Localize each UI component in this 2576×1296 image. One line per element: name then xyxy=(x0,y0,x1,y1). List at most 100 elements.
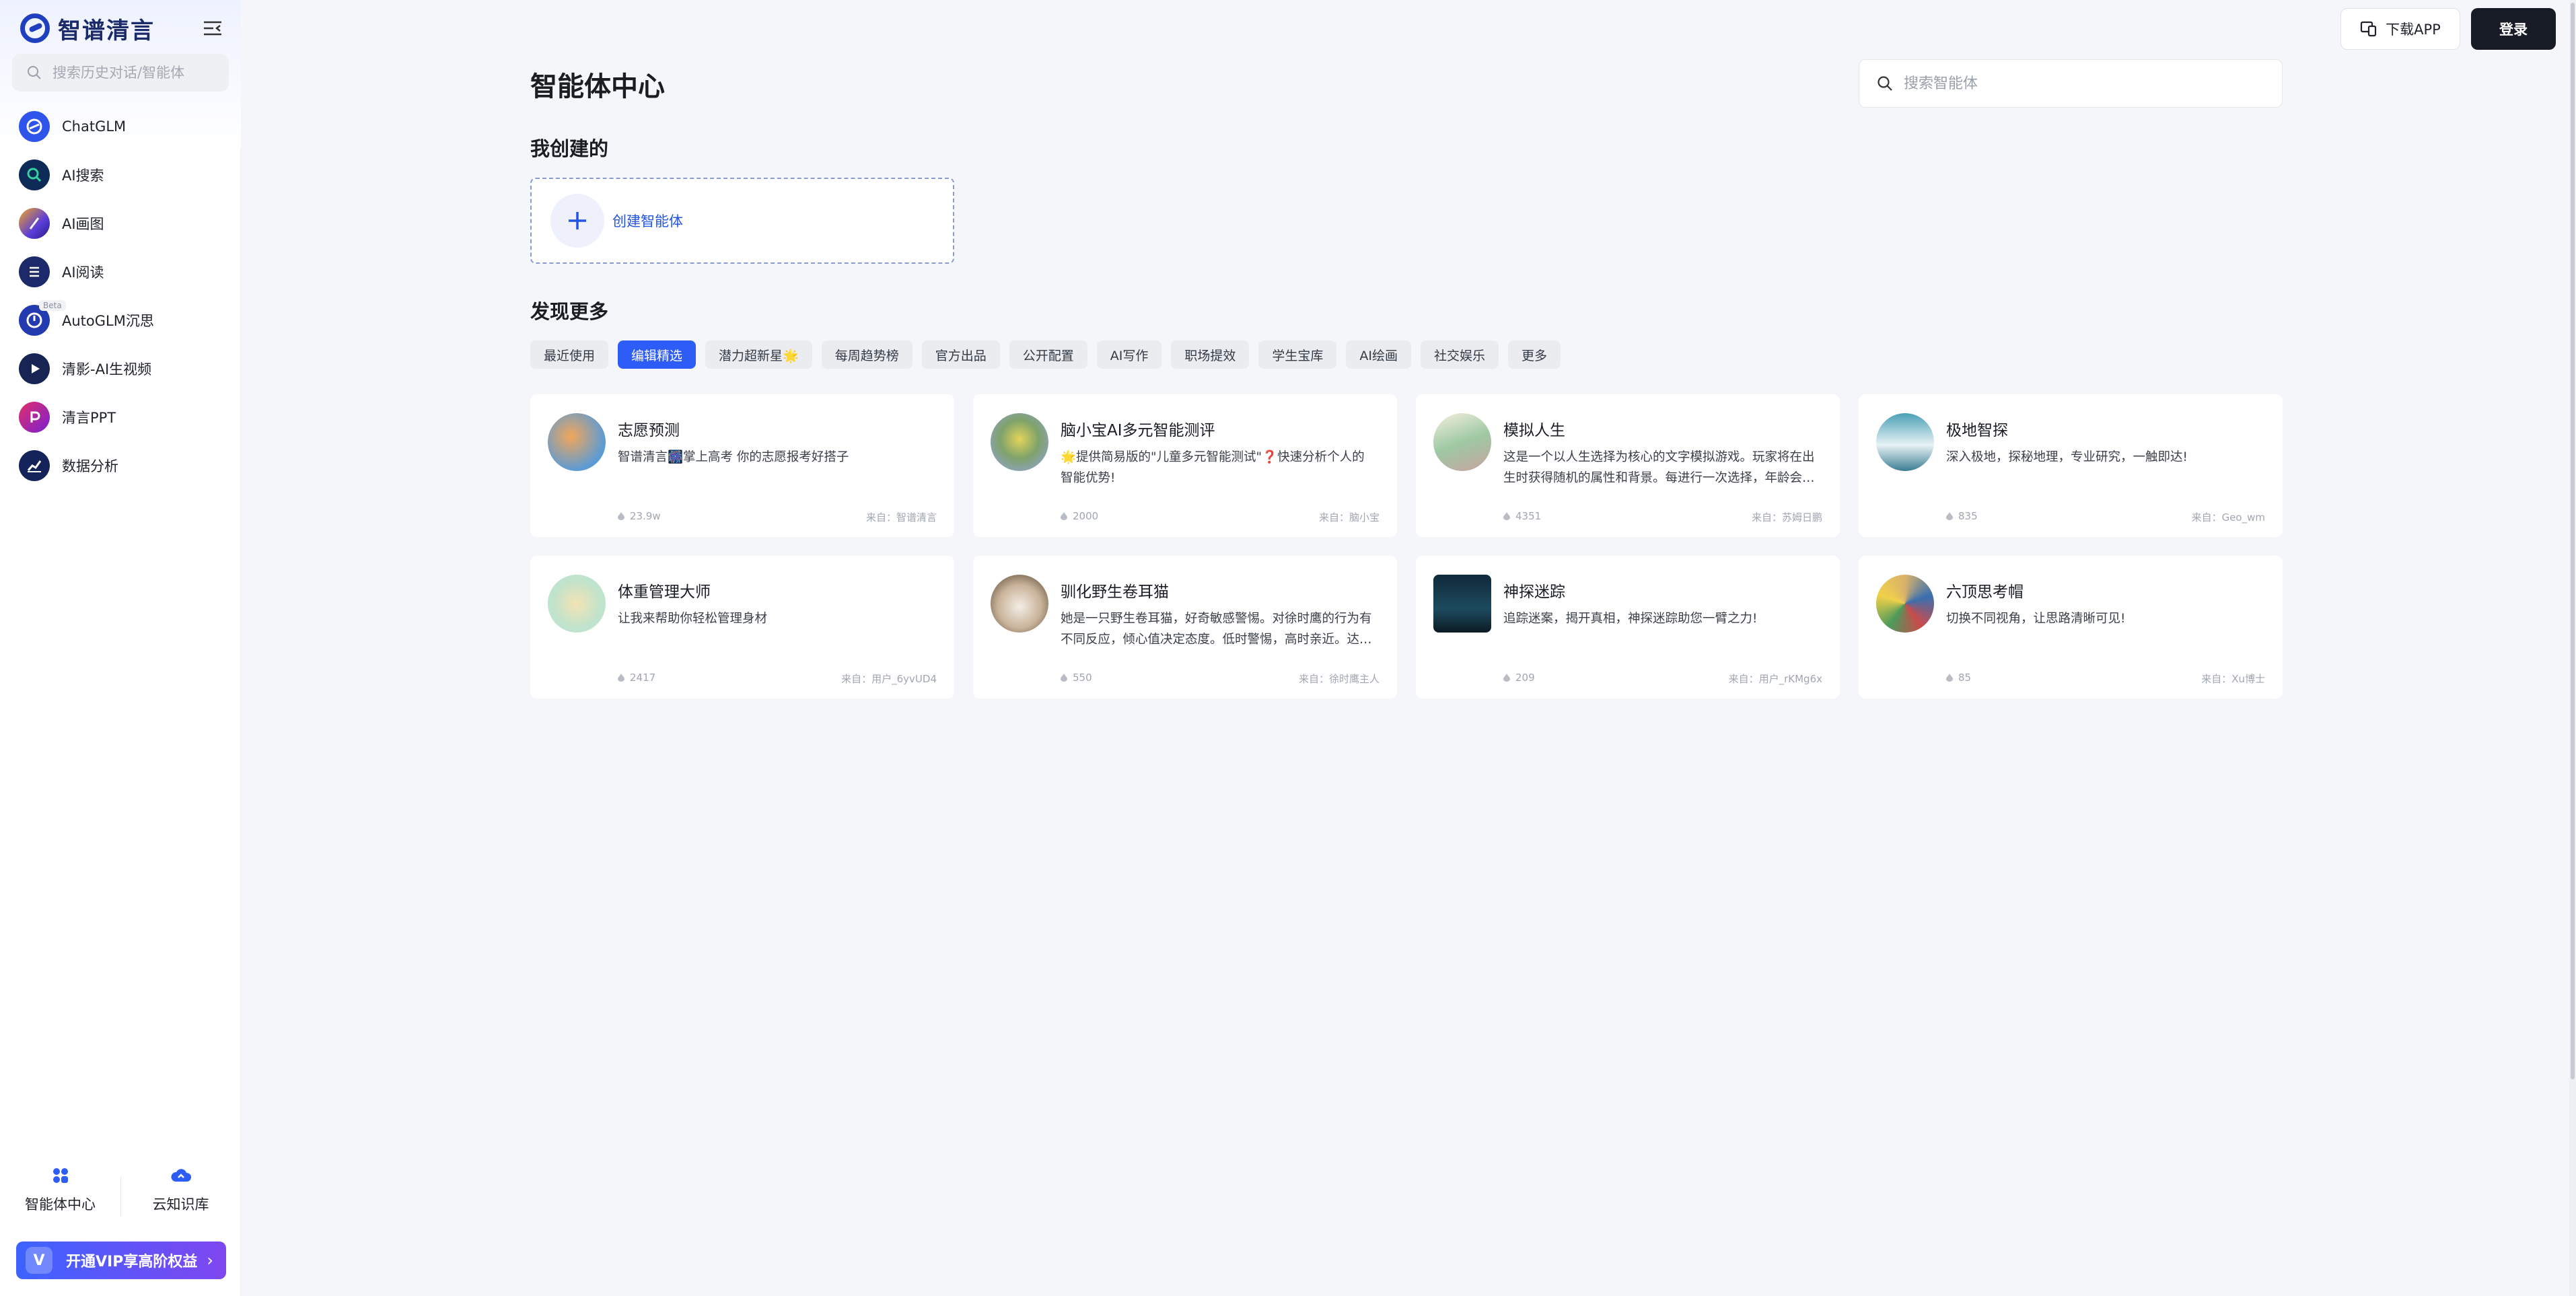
tab-rising-stars[interactable]: 潜力超新星🌟 xyxy=(705,340,812,369)
agent-heat: 550 xyxy=(1061,672,1092,684)
discover-title: 发现更多 xyxy=(530,300,609,323)
tab-more[interactable]: 更多 xyxy=(1508,340,1561,369)
nav-item-ai-search[interactable]: AI搜索 xyxy=(0,151,241,199)
nav-item-data-analysis[interactable]: 数据分析 xyxy=(0,441,241,490)
agent-description: 切换不同视角，让思路清晰可见! xyxy=(1946,612,2126,626)
chatglm-icon xyxy=(19,111,50,142)
tab-student[interactable]: 学生宝库 xyxy=(1258,340,1337,369)
agent-heat-value: 85 xyxy=(1958,672,1972,684)
agent-heat-value: 23.9w xyxy=(630,510,661,522)
search-icon xyxy=(28,66,41,79)
fire-icon xyxy=(1061,674,1067,682)
ppt-icon xyxy=(19,402,50,433)
agent-card[interactable]: 六顶思考帽 切换不同视角，让思路清晰可见! 85 来自：Xu博士 xyxy=(1859,556,2283,698)
agent-card[interactable]: 脑小宝AI多元智能测评 🌟提供简易版的"儿童多元智能测试"❓快速分析个人的智能优… xyxy=(973,394,1397,537)
nav-label: 清影-AI生视频 xyxy=(62,361,152,377)
create-agent-button[interactable]: 创建智能体 xyxy=(530,178,954,264)
nav-item-autoglm[interactable]: Beta AutoGLM沉思 xyxy=(0,296,241,345)
agent-heat: 85 xyxy=(1946,672,1971,684)
cloud-icon xyxy=(170,1164,192,1187)
agent-heat-value: 835 xyxy=(1958,510,1978,522)
login-button[interactable]: 登录 xyxy=(2471,8,2556,50)
agent-description: 深入极地，探秘地理，专业研究，一触即达! xyxy=(1946,450,2188,464)
my-created-title: 我创建的 xyxy=(530,137,609,160)
agent-search[interactable] xyxy=(1859,59,2283,108)
agent-avatar xyxy=(548,413,606,471)
agent-author: 来自：用户_rKMg6x xyxy=(1728,673,1822,685)
tab-ai-writing[interactable]: AI写作 xyxy=(1096,340,1162,369)
agent-grid-icon xyxy=(49,1164,72,1187)
nav-item-ai-read[interactable]: AI阅读 xyxy=(0,248,241,296)
logo[interactable]: 智谱清言 xyxy=(20,13,155,44)
agent-heat-value: 209 xyxy=(1515,672,1535,684)
agent-card[interactable]: 体重管理大师 让我来帮助你轻松管理身材 2417 来自：用户_6yvUD4 xyxy=(530,556,954,698)
agent-description: 这是一个以人生选择为核心的文字模拟游戏。玩家将在出生时获得随机的属性和背景。每进… xyxy=(1503,450,1815,485)
nav-item-video[interactable]: 清影-AI生视频 xyxy=(0,345,241,393)
scrollbar-thumb[interactable] xyxy=(2571,3,2575,1079)
agent-card[interactable]: 模拟人生 这是一个以人生选择为核心的文字模拟游戏。玩家将在出生时获得随机的属性和… xyxy=(1416,394,1840,537)
fire-icon xyxy=(1503,674,1510,682)
agent-card[interactable]: 志愿预测 智谱清言🎆掌上高考 你的志愿报考好搭子 23.9w 来自：智谱清言 xyxy=(530,394,954,537)
agent-avatar xyxy=(1876,575,1934,633)
agent-heat: 4351 xyxy=(1503,510,1541,522)
tab-workplace[interactable]: 职场提效 xyxy=(1171,340,1250,369)
tab-recent[interactable]: 最近使用 xyxy=(530,340,609,369)
agent-author: 来自：苏姆日鹏 xyxy=(1751,511,1822,524)
agent-description: 她是一只野生卷耳猫，好奇敏感警惕。对徐时鹰的行为有不同反应，倾心值决定态度。低时… xyxy=(1061,612,1372,647)
ai-draw-icon xyxy=(19,208,50,239)
agent-heat: 835 xyxy=(1946,510,1978,522)
fire-icon xyxy=(618,512,624,520)
agent-heat: 2417 xyxy=(618,672,655,684)
vip-upgrade-button[interactable]: V 开通VIP享高阶权益 › xyxy=(16,1241,226,1279)
nav-label: AI阅读 xyxy=(62,264,104,281)
agent-search-input[interactable] xyxy=(1902,74,2255,93)
agent-center-button[interactable]: 智能体中心 xyxy=(0,1164,120,1225)
tab-official[interactable]: 官方出品 xyxy=(921,340,1000,369)
ai-search-icon xyxy=(19,159,50,190)
nav-label: 清言PPT xyxy=(62,410,116,426)
agent-description: 追踪迷案，揭开真相，神探迷踪助您一臂之力! xyxy=(1503,612,1758,626)
tab-editor-picks[interactable]: 编辑精选 xyxy=(618,340,696,369)
agent-avatar xyxy=(1433,413,1491,471)
agent-heat: 209 xyxy=(1503,672,1535,684)
data-analysis-icon xyxy=(19,450,50,481)
agent-card[interactable]: 神探迷踪 追踪迷案，揭开真相，神探迷踪助您一臂之力! 209 来自：用户_rKM… xyxy=(1416,556,1840,698)
agent-heat-value: 4351 xyxy=(1515,510,1542,522)
search-icon xyxy=(1877,76,1892,91)
agent-description: 智谱清言🎆掌上高考 你的志愿报考好搭子 xyxy=(618,450,849,464)
nav-item-chatglm[interactable]: ChatGLM xyxy=(0,102,241,151)
tab-ai-painting[interactable]: AI绘画 xyxy=(1346,340,1411,369)
agent-avatar xyxy=(1876,413,1934,471)
agent-name: 极地智探 xyxy=(1946,422,2008,439)
collapse-icon xyxy=(204,21,221,36)
fire-icon xyxy=(1503,512,1510,520)
tab-weekly-trend[interactable]: 每周趋势榜 xyxy=(821,340,913,369)
logo-text: 智谱清言 xyxy=(58,17,155,44)
nav-label: AutoGLM沉思 xyxy=(62,313,154,329)
tab-social[interactable]: 社交娱乐 xyxy=(1421,340,1499,369)
agent-author: 来自：智谱清言 xyxy=(865,511,937,524)
agent-avatar xyxy=(991,575,1048,633)
agent-card[interactable]: 驯化野生卷耳猫 她是一只野生卷耳猫，好奇敏感警惕。对徐时鹰的行为有不同反应，倾心… xyxy=(973,556,1397,698)
agent-heat: 2000 xyxy=(1061,510,1098,522)
agent-author: 来自：脑小宝 xyxy=(1318,511,1380,524)
knowledge-base-button[interactable]: 云知识库 xyxy=(120,1164,241,1225)
agent-name: 模拟人生 xyxy=(1503,422,1565,439)
page-scrollbar[interactable] xyxy=(2569,0,2576,1296)
nav-item-ppt[interactable]: 清言PPT xyxy=(0,393,241,441)
download-app-button[interactable]: 下载APP xyxy=(2340,8,2460,50)
nav-item-ai-draw[interactable]: AI画图 xyxy=(0,199,241,248)
sidebar-search-input[interactable] xyxy=(51,64,215,81)
agent-avatar xyxy=(1433,575,1491,633)
agent-card[interactable]: 极地智探 深入极地，探秘地理，专业研究，一触即达! 835 来自：Geo_wm xyxy=(1859,394,2283,537)
sidebar-search[interactable] xyxy=(12,54,229,92)
agent-heat-value: 550 xyxy=(1073,672,1092,684)
agent-heat-value: 2000 xyxy=(1073,510,1099,522)
collapse-sidebar-button[interactable] xyxy=(201,16,225,40)
agent-name: 神探迷踪 xyxy=(1503,583,1565,601)
category-tabs: 最近使用 编辑精选 潜力超新星🌟 每周趋势榜 官方出品 公开配置 AI写作 职场… xyxy=(530,340,1570,369)
nav-label: AI搜索 xyxy=(62,168,104,184)
chevron-right-icon: › xyxy=(207,1251,213,1270)
tab-public-config[interactable]: 公开配置 xyxy=(1009,340,1087,369)
agent-name: 志愿预测 xyxy=(618,422,680,439)
